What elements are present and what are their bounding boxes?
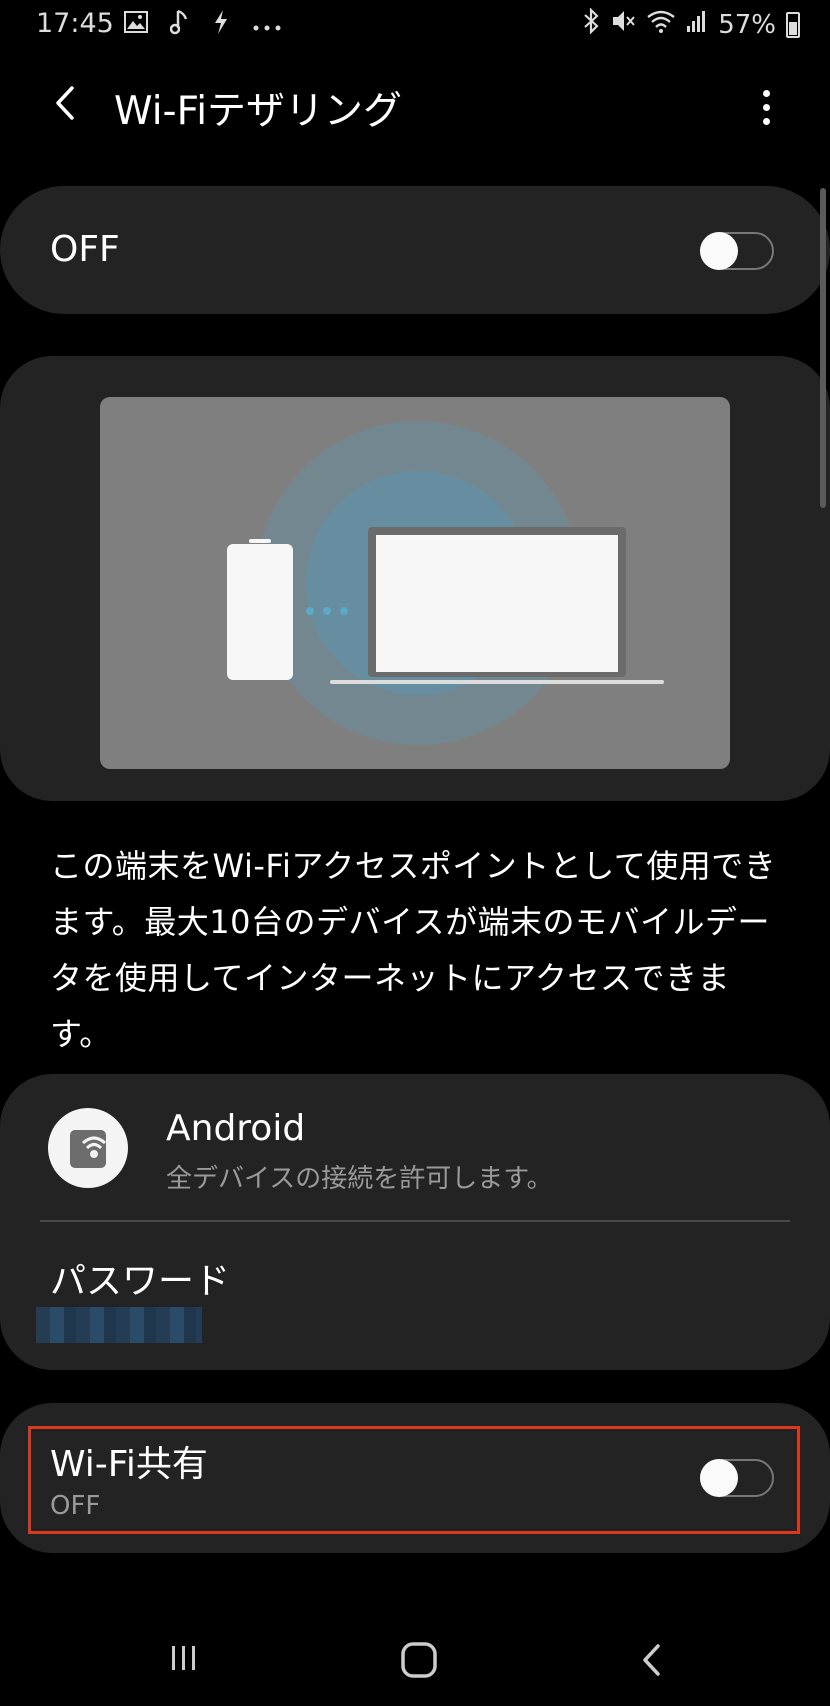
signal-icon (686, 9, 708, 40)
home-button[interactable] (397, 1638, 441, 1682)
music-note-icon (169, 9, 190, 41)
mute-icon (610, 8, 636, 41)
highlight-box (28, 1426, 800, 1534)
toggle-knob (700, 232, 738, 270)
nav-back-button[interactable] (632, 1638, 672, 1682)
nav-back-icon (643, 1644, 660, 1676)
wifi-icon (646, 9, 676, 40)
password-label: パスワード (50, 1261, 231, 1302)
more-dots-icon (252, 11, 282, 39)
status-time: 17:45 (36, 8, 114, 39)
network-subtitle: 全デバイスの接続を許可します。 (166, 1164, 553, 1194)
more-vert-icon (762, 89, 770, 97)
network-row[interactable]: Android 全デバイスの接続を許可します。 (0, 1074, 830, 1219)
home-icon (401, 1642, 437, 1678)
recent-apps-button[interactable] (164, 1638, 204, 1678)
master-toggle-label: OFF (50, 229, 120, 270)
description-text: この端末をWi-Fiアクセスポイントとして使用できます。最大10台のデバイスが端… (50, 847, 777, 1053)
master-toggle-switch[interactable] (700, 232, 774, 270)
master-toggle-card[interactable]: OFF (0, 186, 830, 314)
back-button[interactable] (44, 78, 88, 128)
tethering-illustration (100, 397, 730, 769)
bluetooth-icon (582, 7, 600, 41)
back-arrow-icon (56, 86, 74, 120)
status-bar: 17:45 57% (0, 0, 830, 52)
battery-percent: 57% (718, 9, 776, 40)
scrollbar[interactable] (820, 188, 826, 508)
image-icon (124, 11, 148, 39)
status-right-icons: 57% (582, 7, 800, 41)
network-name: Android (166, 1108, 306, 1149)
flash-icon (212, 9, 230, 41)
more-options-button[interactable] (746, 82, 786, 132)
phone-laptop-illustration (227, 421, 664, 745)
recent-apps-icon (172, 1646, 195, 1670)
navigation-bar (0, 1618, 830, 1706)
status-left-icons (124, 9, 282, 41)
hotspot-icon (48, 1108, 128, 1188)
battery-icon (786, 11, 800, 38)
password-value-redacted (36, 1307, 202, 1343)
page-title: Wi-Fiテザリング (114, 89, 403, 134)
